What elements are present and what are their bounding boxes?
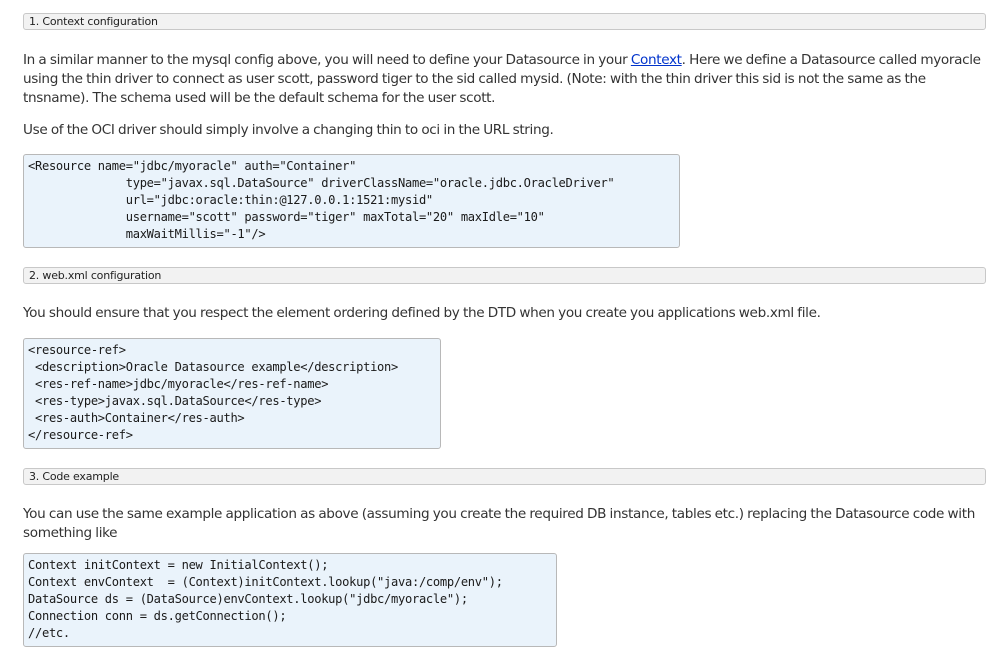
section-header-context-configuration: 1. Context configuration xyxy=(23,13,986,30)
context-config-paragraph: In a similar manner to the mysql config … xyxy=(23,51,986,108)
paragraph-text-before-link: In a similar manner to the mysql config … xyxy=(23,52,631,68)
section-header-webxml-configuration: 2. web.xml configuration xyxy=(23,267,986,284)
code-example-paragraph: You can use the same example application… xyxy=(23,506,975,541)
resource-ref-code-block: <resource-ref> <description>Oracle Datas… xyxy=(23,338,441,449)
section-header-code-example: 3. Code example xyxy=(23,468,986,485)
document-content: 1. Context configuration In a similar ma… xyxy=(23,13,986,647)
context-link[interactable]: Context xyxy=(631,52,682,68)
webxml-paragraph: You should ensure that you respect the e… xyxy=(23,305,821,321)
java-code-block: Context initContext = new InitialContext… xyxy=(23,553,557,647)
resource-code-block: <Resource name="jdbc/myoracle" auth="Con… xyxy=(23,154,680,248)
oci-driver-paragraph: Use of the OCI driver should simply invo… xyxy=(23,122,554,138)
